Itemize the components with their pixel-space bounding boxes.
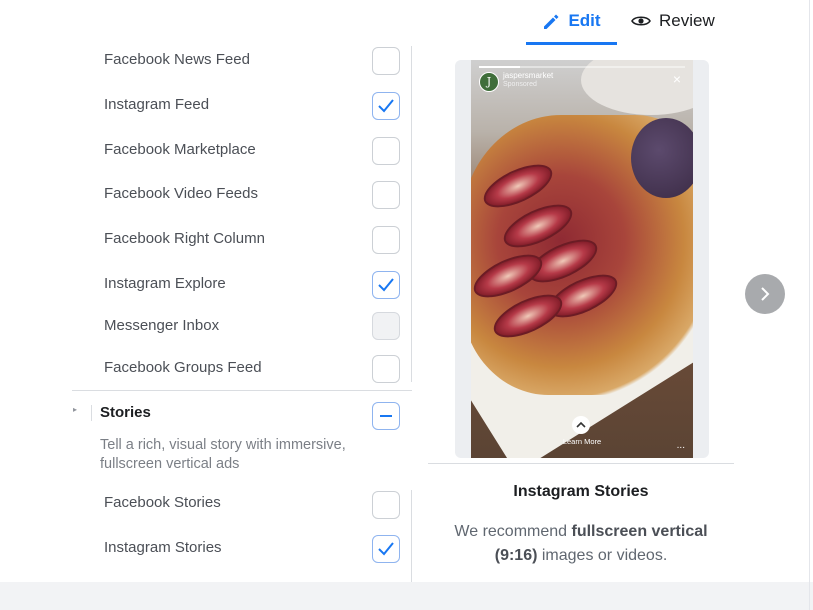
story-progress-fill: [479, 66, 521, 68]
whole-fig-image: [631, 118, 693, 198]
checkmark-icon: [378, 99, 394, 113]
placement-checkbox-messenger-inbox: [372, 312, 400, 340]
preview-placement-title: Instagram Stories: [513, 483, 649, 500]
section-tick: [91, 405, 92, 421]
recommendation-prefix: We recommend: [454, 523, 572, 540]
edit-review-tabs: Edit Review: [526, 0, 715, 46]
section-caret-icon[interactable]: ▸: [73, 405, 77, 414]
pencil-icon: [544, 14, 559, 29]
tab-edit[interactable]: Edit: [526, 0, 617, 45]
placement-label: Instagram Feed: [104, 96, 210, 113]
placement-label: Messenger Inbox: [104, 317, 220, 334]
placement-checkbox-facebook-stories[interactable]: [372, 491, 400, 519]
placement-checkbox-instagram-stories[interactable]: [372, 535, 400, 563]
preview-recommendation: We recommend fullscreen vertical (9:16) …: [440, 520, 722, 568]
close-icon[interactable]: ×: [673, 72, 681, 86]
panel-divider: [809, 0, 810, 610]
next-preview-button[interactable]: [745, 274, 785, 314]
section-divider: [72, 390, 412, 391]
section-title: Stories: [100, 404, 151, 421]
recommendation-bold-format: fullscreen vertical: [571, 523, 708, 540]
placement-checkbox-facebook-right-column[interactable]: [372, 226, 400, 254]
placement-checkbox-facebook-video-feeds[interactable]: [372, 181, 400, 209]
placement-label: Instagram Explore: [104, 275, 226, 292]
placement-checkbox-facebook-groups-feed[interactable]: [372, 355, 400, 383]
checkmark-icon: [378, 278, 394, 292]
coffee-cup-image: [581, 60, 693, 115]
recommendation-bold-ratio: (9:16): [494, 547, 538, 564]
list-column-divider: [411, 490, 412, 582]
footer-background: [0, 582, 813, 610]
swipe-up-icon: [572, 416, 590, 434]
brand-avatar: J: [479, 72, 499, 92]
eye-icon: [631, 16, 651, 26]
placement-checkbox-facebook-news-feed[interactable]: [372, 47, 400, 75]
placement-label: Facebook Groups Feed: [104, 359, 262, 376]
story-progress-bar: [479, 66, 685, 68]
placement-checkbox-instagram-feed[interactable]: [372, 92, 400, 120]
placement-label: Facebook News Feed: [104, 51, 250, 68]
placement-label: Instagram Stories: [104, 539, 222, 556]
tab-review[interactable]: Review: [631, 0, 715, 42]
more-options-icon[interactable]: ...: [677, 440, 685, 451]
placement-checkbox-instagram-explore[interactable]: [372, 271, 400, 299]
placement-checkbox-facebook-marketplace[interactable]: [372, 137, 400, 165]
recommendation-suffix: images or videos.: [537, 547, 668, 564]
stories-collapse-toggle[interactable]: [372, 402, 400, 430]
placement-label: Facebook Marketplace: [104, 141, 256, 158]
placement-label: Facebook Stories: [104, 494, 221, 511]
section-description: Tell a rich, visual story with immersive…: [100, 437, 346, 472]
chevron-right-icon: [761, 287, 770, 301]
minus-icon: [380, 415, 392, 417]
checkmark-icon: [378, 542, 394, 556]
cta-label: Learn More: [562, 437, 602, 446]
story-preview-frame: J jaspersmarket Sponsored × Learn More .…: [455, 60, 709, 458]
placement-label: Facebook Video Feeds: [104, 185, 258, 202]
placement-label: Facebook Right Column: [104, 230, 265, 247]
preview-divider: [428, 463, 734, 464]
sponsored-label: Sponsored: [503, 81, 537, 88]
list-column-divider: [411, 46, 412, 382]
brand-name: jaspersmarket: [503, 71, 554, 80]
tab-review-label: Review: [659, 11, 715, 30]
tab-edit-label: Edit: [568, 11, 601, 30]
story-preview-image: J jaspersmarket Sponsored × Learn More .…: [471, 60, 693, 458]
